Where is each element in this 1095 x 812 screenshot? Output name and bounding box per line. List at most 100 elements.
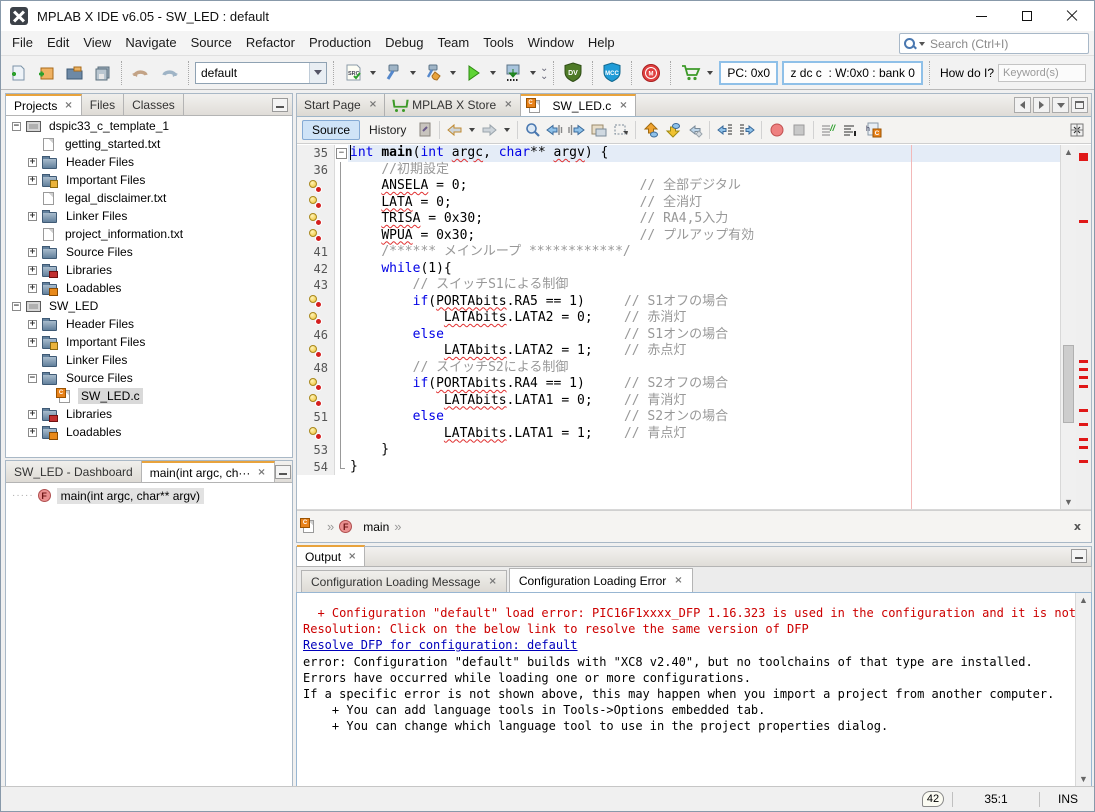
code-line[interactable]: 43 // スイッチS1による制御 — [297, 277, 1060, 294]
program-dropdown-icon[interactable] — [530, 71, 536, 75]
next-bookmark-button[interactable] — [663, 121, 682, 140]
code-line[interactable]: 54} — [297, 459, 1060, 476]
menu-edit[interactable]: Edit — [40, 31, 76, 55]
tree-item-important-files[interactable]: +Important Files — [6, 171, 292, 189]
forward-button[interactable] — [480, 121, 499, 140]
output-tab[interactable]: Output × — [297, 545, 365, 566]
code-line[interactable]: 36 //初期設定 — [297, 162, 1060, 179]
output-vertical-scrollbar[interactable]: ▲ ▼ — [1075, 593, 1091, 786]
projects-tab-projects[interactable]: Projects× — [6, 94, 82, 115]
warning-icon[interactable] — [309, 427, 322, 440]
editor-tab-sw-led-c[interactable]: SW_LED.c× — [521, 94, 636, 116]
rectangular-selection-button[interactable] — [611, 121, 630, 140]
tree-item-libraries[interactable]: +Libraries — [6, 261, 292, 279]
build-project-button[interactable] — [380, 60, 406, 86]
find-selection-button[interactable] — [523, 121, 542, 140]
expand-toggle-icon[interactable]: + — [28, 338, 37, 347]
src-dropdown-icon[interactable] — [370, 71, 376, 75]
close-tab-icon[interactable]: × — [488, 577, 496, 587]
build-dropdown-icon[interactable] — [410, 71, 416, 75]
code-line[interactable]: 42 while(1){ — [297, 261, 1060, 278]
code-line[interactable]: if(PORTAbits.RA4 == 1) // S2オフの場合 — [297, 376, 1060, 393]
expand-toggle-icon[interactable]: + — [28, 248, 37, 257]
code-line[interactable]: TRISA = 0x30; // RA4,5入力 — [297, 211, 1060, 228]
navigator-minimize-button[interactable] — [275, 465, 291, 479]
expand-toggle-icon[interactable]: + — [28, 212, 37, 221]
code-line[interactable]: if(PORTAbits.RA5 == 1) // S1オフの場合 — [297, 294, 1060, 311]
code-line[interactable]: LATAbits.LATA1 = 1; // 青点灯 — [297, 426, 1060, 443]
menu-view[interactable]: View — [76, 31, 118, 55]
expand-toggle-icon[interactable]: + — [28, 266, 37, 275]
expand-toggle-icon[interactable]: + — [28, 428, 37, 437]
editor-tab-mplab-x-store[interactable]: MPLAB X Store× — [385, 94, 520, 116]
uncomment-button[interactable] — [841, 121, 860, 140]
warning-icon[interactable] — [309, 312, 322, 325]
pc-register-box[interactable]: PC: 0x0 — [719, 61, 778, 85]
expand-toggle-icon[interactable]: + — [28, 410, 37, 419]
store-dropdown-icon[interactable] — [707, 71, 713, 75]
tree-item-getting-started-txt[interactable]: getting_started.txt — [6, 135, 292, 153]
expand-toggle-icon[interactable]: + — [28, 320, 37, 329]
clean-build-dropdown-icon[interactable] — [450, 71, 456, 75]
menu-refactor[interactable]: Refactor — [239, 31, 302, 55]
expand-toggle-icon[interactable]: + — [28, 176, 37, 185]
warning-icon[interactable] — [309, 345, 322, 358]
new-file-button[interactable] — [5, 60, 31, 86]
output-content[interactable]: + Configuration "default" load error: PI… — [296, 592, 1092, 787]
expand-toggle-icon[interactable]: + — [28, 284, 37, 293]
navigator-item-main-int-argc-char-argv[interactable]: ·····main(int argc, char** argv) — [6, 486, 292, 505]
mcc-button[interactable]: MCC — [599, 60, 625, 86]
vertical-scroll-thumb[interactable] — [1063, 345, 1074, 423]
data-visualizer-button[interactable]: DV — [560, 60, 586, 86]
output-tab-configuration-loading-message[interactable]: Configuration Loading Message× — [301, 570, 507, 592]
forward-dropdown-icon[interactable] — [504, 128, 510, 132]
comment-button[interactable]: // — [819, 121, 838, 140]
warning-icon[interactable] — [309, 378, 322, 391]
tree-item-linker-files[interactable]: Linker Files — [6, 351, 292, 369]
maximize-button[interactable] — [1004, 1, 1049, 31]
fold-toggle[interactable] — [335, 145, 348, 162]
back-dropdown-icon[interactable] — [469, 128, 475, 132]
set-project-configuration-button[interactable]: SRC — [340, 60, 366, 86]
menu-tools[interactable]: Tools — [476, 31, 520, 55]
notifications-badge[interactable]: 42 — [922, 791, 944, 807]
code-line[interactable]: 35int main(int argc, char** argv) { — [297, 145, 1060, 162]
code-line[interactable]: 48 // スイッチS2による制御 — [297, 360, 1060, 377]
error-mark[interactable] — [1079, 409, 1088, 412]
tree-item-loadables[interactable]: +Loadables — [6, 279, 292, 297]
close-tab-icon[interactable]: × — [257, 468, 265, 478]
find-next-button[interactable] — [567, 121, 586, 140]
insert-mode-indicator[interactable]: INS — [1048, 792, 1088, 806]
toggle-bookmark-button[interactable] — [685, 121, 704, 140]
error-mark[interactable] — [1079, 446, 1088, 449]
history-view-button[interactable]: History — [363, 123, 412, 137]
close-tab-icon[interactable]: × — [64, 101, 72, 111]
breadcrumb-item[interactable]: main — [363, 520, 389, 534]
warning-icon[interactable] — [309, 229, 322, 242]
expand-toggle-icon[interactable]: + — [28, 158, 37, 167]
tree-item-linker-files[interactable]: +Linker Files — [6, 207, 292, 225]
menu-production[interactable]: Production — [302, 31, 378, 55]
editor-vertical-scrollbar[interactable]: ▲ ▼ — [1060, 145, 1076, 509]
tab-list-button[interactable] — [1052, 97, 1069, 113]
navigator-tab-main-int-argc-ch[interactable]: main(int argc, ch···× — [142, 461, 275, 482]
error-mark[interactable] — [1079, 220, 1088, 223]
scroll-down-icon[interactable]: ▼ — [1061, 495, 1076, 509]
error-mark[interactable] — [1079, 360, 1088, 363]
split-document-button[interactable] — [1067, 121, 1086, 140]
back-button[interactable] — [445, 121, 464, 140]
status-register-box[interactable]: z dc c : W:0x0 : bank 0 — [782, 61, 923, 85]
search-box[interactable]: Search (Ctrl+I) — [899, 33, 1089, 54]
close-button[interactable] — [1049, 1, 1094, 31]
tree-item-dspic33-c-template-1[interactable]: −dspic33_c_template_1 — [6, 117, 292, 135]
collapse-toggle-icon[interactable]: − — [12, 302, 21, 311]
code-line[interactable]: 51 else // S2オンの場合 — [297, 409, 1060, 426]
code-line[interactable]: LATAbits.LATA2 = 1; // 赤点灯 — [297, 343, 1060, 360]
tree-item-libraries[interactable]: +Libraries — [6, 405, 292, 423]
menu-team[interactable]: Team — [430, 31, 476, 55]
tree-item-header-files[interactable]: +Header Files — [6, 315, 292, 333]
source-view-button[interactable]: Source — [302, 120, 360, 140]
tree-item-sw-led-c[interactable]: SW_LED.c — [6, 387, 292, 405]
toolbar-overflow-icon[interactable]: ⌄⌄ — [540, 65, 547, 81]
code-line[interactable]: LATAbits.LATA1 = 0; // 青消灯 — [297, 393, 1060, 410]
